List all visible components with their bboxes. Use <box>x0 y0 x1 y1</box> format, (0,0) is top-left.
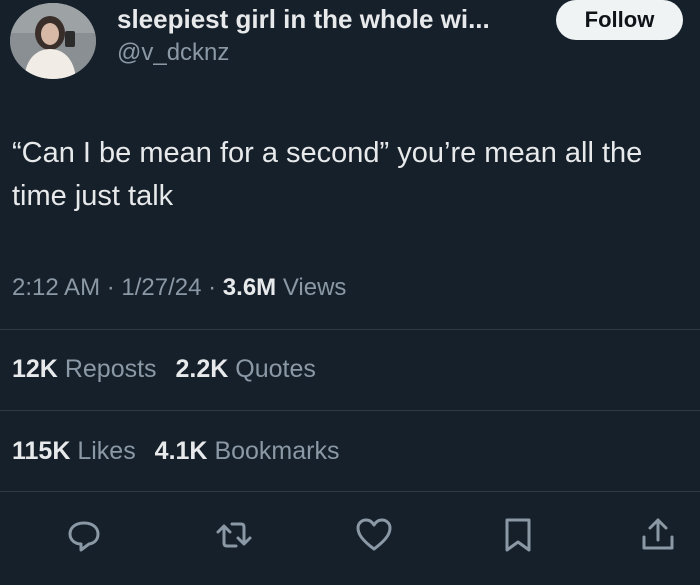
profile-photo-icon <box>10 3 96 79</box>
quotes-count: 2.2K <box>175 355 229 383</box>
repost-button[interactable] <box>214 515 254 555</box>
tweet-meta: 2:12 AM · 1/27/24 · 3.6M Views <box>12 271 346 305</box>
tweet-date[interactable]: 1/27/24 <box>121 274 201 301</box>
tweet-text: “Can I be mean for a second” you’re mean… <box>12 137 643 212</box>
divider <box>0 410 700 411</box>
quotes-label: Quotes <box>235 355 316 383</box>
repost-icon <box>216 522 252 548</box>
action-bar <box>0 505 700 565</box>
reposts-count: 12K <box>12 355 58 383</box>
views-label: Views <box>276 274 347 301</box>
share-button[interactable] <box>638 515 678 555</box>
tweet-header: sleepiest girl in the whole wi... @v_dck… <box>0 0 700 90</box>
bookmarks-stat[interactable]: 4.1K Bookmarks <box>155 437 340 465</box>
like-button[interactable] <box>354 515 394 555</box>
bookmarks-count: 4.1K <box>154 437 208 465</box>
likes-stat[interactable]: 115K Likes <box>12 437 136 465</box>
meta-separator: · <box>201 274 223 301</box>
follow-button[interactable]: Follow <box>556 0 683 40</box>
likes-label: Likes <box>77 437 136 465</box>
divider <box>0 491 700 492</box>
meta-separator: · <box>100 274 122 301</box>
handle[interactable]: @v_dcknz <box>117 38 229 68</box>
stats-row-reposts-quotes: 12K Reposts 2.2K Quotes <box>12 352 328 386</box>
quotes-stat[interactable]: 2.2K Quotes <box>176 355 316 383</box>
reposts-stat[interactable]: 12K Reposts <box>12 355 157 383</box>
bookmark-button[interactable] <box>498 515 538 555</box>
reply-button[interactable] <box>64 515 104 555</box>
display-name[interactable]: sleepiest girl in the whole wi... <box>117 3 490 35</box>
tweet-time[interactable]: 2:12 AM <box>12 274 100 301</box>
views-count: 3.6M <box>222 274 277 301</box>
bookmark-icon <box>505 518 531 552</box>
divider <box>0 329 700 330</box>
share-icon <box>642 518 674 550</box>
bookmarks-label: Bookmarks <box>214 437 340 465</box>
stats-row-likes-bookmarks: 115K Likes 4.1K Bookmarks <box>12 434 351 468</box>
like-icon <box>356 518 392 551</box>
reposts-label: Reposts <box>64 355 157 383</box>
avatar[interactable] <box>10 3 96 79</box>
likes-count: 115K <box>12 437 71 465</box>
reply-icon <box>68 521 100 552</box>
